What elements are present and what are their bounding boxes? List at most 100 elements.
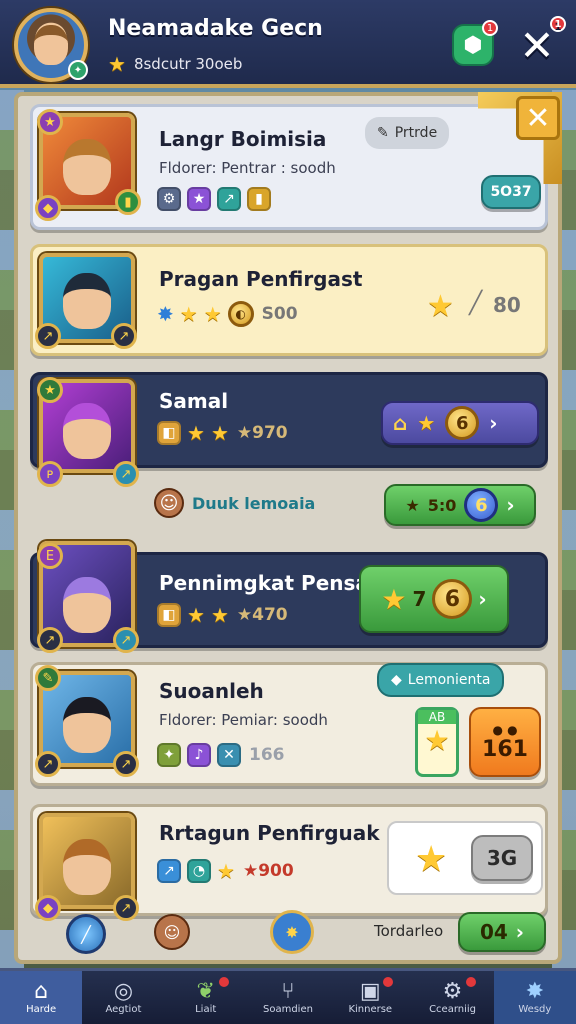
upgrade-button[interactable]: ⌂ ★ 6 › [381, 401, 539, 445]
hero-stars: ◧ ★ ★ ★970 [157, 421, 288, 445]
hero-value: S00 [261, 304, 298, 324]
claim-count: 7 [412, 587, 427, 611]
gem-icon: ◆ [391, 672, 402, 688]
skill-icon: ✦ [157, 743, 181, 767]
chevron-right-icon: › [478, 587, 487, 611]
element-icon: ↗ [113, 895, 139, 921]
avatar-face [34, 25, 68, 65]
chevron-right-icon: › [515, 920, 525, 944]
tag-label: Lemonienta [407, 672, 491, 688]
confirm-button[interactable]: 04 › [458, 912, 546, 952]
collect-button[interactable]: ★ 5:0 6 › [384, 484, 536, 526]
nav-label: Soamdien [263, 1004, 313, 1015]
inbox-icon: ▣ [359, 979, 381, 1004]
gem-shop-button[interactable]: ⬢ 1 [452, 20, 498, 66]
hero-name: Samal [159, 389, 229, 413]
element-icon: ↗ [111, 323, 137, 349]
player-sub-text: 8sdcutr 30oeb [133, 55, 243, 73]
star-icon: ★ [210, 603, 229, 627]
sub-row: ☺ Duuk lemoaia [154, 488, 315, 518]
coin-icon: ◐ [227, 301, 254, 327]
star-icon: ★ [417, 411, 436, 435]
player-avatar[interactable]: ✦ [14, 8, 88, 82]
skill-icon: ⚙ [157, 187, 181, 211]
rank-icon: ★ [37, 377, 63, 403]
artifact-button[interactable]: ✸ [270, 910, 314, 954]
skill-orb-button[interactable]: ╱ [66, 914, 106, 954]
nav-item-target[interactable]: ◎ Aegtiot [82, 971, 164, 1024]
top-bar: ✦ Neamadake Gecn ★ 8sdcutr 30oeb ⬢ 1 ✕ 1 [0, 0, 576, 88]
reward-slot[interactable]: ★ 3G [387, 821, 543, 895]
player-subtitle: ★ 8sdcutr 30oeb [108, 52, 242, 76]
element-icon: ↗ [113, 751, 139, 777]
nav-item-star[interactable]: ✸ Wesdy [493, 971, 576, 1024]
reward-button[interactable]: ● ● 161 [469, 707, 541, 777]
nav-label: Aegtiot [105, 1004, 142, 1015]
hero-value: ★970 [236, 423, 288, 443]
nav-item-leaf[interactable]: ❦ Liait [165, 971, 247, 1024]
star-icon: ★ [424, 724, 450, 757]
class-icon: ↗ [37, 627, 63, 653]
mini-avatar-button[interactable]: ☺ [154, 914, 190, 950]
right-value: 80 [493, 293, 521, 317]
panel-close-button[interactable]: ✕ [516, 96, 560, 140]
nav-item-home[interactable]: ⌂ Harde [0, 971, 83, 1024]
hero-skills: ⚙ ★ ↗ ▮ [157, 187, 271, 211]
chevron-right-icon: › [489, 411, 498, 435]
edit-icon: ✎ [377, 125, 389, 141]
rank-icon: ★ [37, 109, 63, 135]
class-icon: ↗ [35, 323, 61, 349]
star-icon: ★ [203, 302, 222, 326]
hero-card-1[interactable]: ★ ◆ ▮ Langr Boimisia Fldorer: Pentrar : … [30, 104, 548, 230]
reward-icons: ● ● [492, 722, 518, 737]
hero-card-3[interactable]: ★ ᴘ ↗ Samal ◧ ★ ★ ★970 ⌂ ★ 6 › [30, 372, 548, 487]
badge-icon: ✸ [157, 302, 174, 326]
hero-stars: ↗ ◔ ★ ★900 [157, 859, 294, 883]
nav-item-settings[interactable]: ⚙ Ccearniig [411, 971, 493, 1024]
class-icon: ◆ [35, 895, 61, 921]
skill-icon: ★ [187, 187, 211, 211]
hero-name: Suoanleh [159, 679, 264, 703]
rank-chip-icon: ◧ [157, 421, 181, 445]
level-button[interactable]: 5O37 [481, 175, 541, 209]
star-icon: ★ [405, 495, 420, 515]
hero-skills: ✦ ♪ ✕ 166 [157, 743, 285, 767]
class-icon: ᴘ [37, 461, 63, 487]
star-icon: ★ [187, 603, 205, 627]
star-icon: ★ [427, 289, 454, 324]
hero-stars: ✸ ★ ★ ◐ S00 [157, 301, 298, 327]
tag-pill[interactable]: ◆ Lemonienta [377, 663, 505, 697]
close-button[interactable]: ✕ 1 [514, 16, 566, 70]
star-icon: ★ [217, 859, 235, 883]
nav-label: Harde [26, 1004, 57, 1015]
hero-face [63, 839, 111, 895]
nav-item-inbox[interactable]: ▣ Kinnerse [329, 971, 411, 1024]
rank-icon: ✎ [35, 665, 61, 691]
reward-value: 161 [482, 736, 528, 762]
gear-icon: ⚙ [442, 979, 463, 1004]
bonus-card[interactable]: AB ★ [415, 707, 459, 777]
hero-face [63, 697, 111, 753]
locked-button[interactable]: 3G [471, 835, 533, 881]
blade-icon: ╱ [81, 924, 91, 944]
hero-card-5[interactable]: ✎ ↗ ↗ Suoanleh Fldorer: Pemiar: soodh ✦ … [30, 662, 548, 786]
gem-icon: ⬢ [463, 32, 483, 58]
claim-button[interactable]: ★ 7 6 › [359, 565, 509, 633]
hero-subtitle: Fldorer: Pemiar: soodh [159, 711, 328, 729]
hero-card-2[interactable]: ↗ ↗ Pragan Penfirgast ✸ ★ ★ ◐ S00 ★ ╱ 80 [30, 244, 548, 356]
element-icon: ↗ [113, 461, 139, 487]
home-icon: ⌂ [34, 979, 49, 1004]
star-icon: ★ [179, 302, 198, 326]
star-icon: ★ [415, 839, 448, 880]
hero-card-6[interactable]: ◆ ↗ Rrtagun Penfirguak ↗ ◔ ★ ★900 ★ 3G [30, 804, 548, 921]
nav-item-fork[interactable]: ⑂ Soamdien [247, 971, 329, 1024]
leaf-icon: ❦ [196, 979, 215, 1004]
hero-card-4[interactable]: E ↗ ↗ Pennimgkat Pensa ◧ ★ ★ ★470 ★ 7 6 … [30, 541, 548, 653]
rank-icon: E [37, 543, 63, 569]
tag-pill[interactable]: ✎ Prtrde [365, 117, 450, 149]
skill-icon: ♪ [187, 743, 211, 767]
hero-face [63, 139, 111, 195]
close-icon: ✕ [519, 20, 555, 70]
hero-name: Langr Boimisia [159, 127, 327, 151]
rank-chip-icon: ◧ [157, 603, 181, 627]
